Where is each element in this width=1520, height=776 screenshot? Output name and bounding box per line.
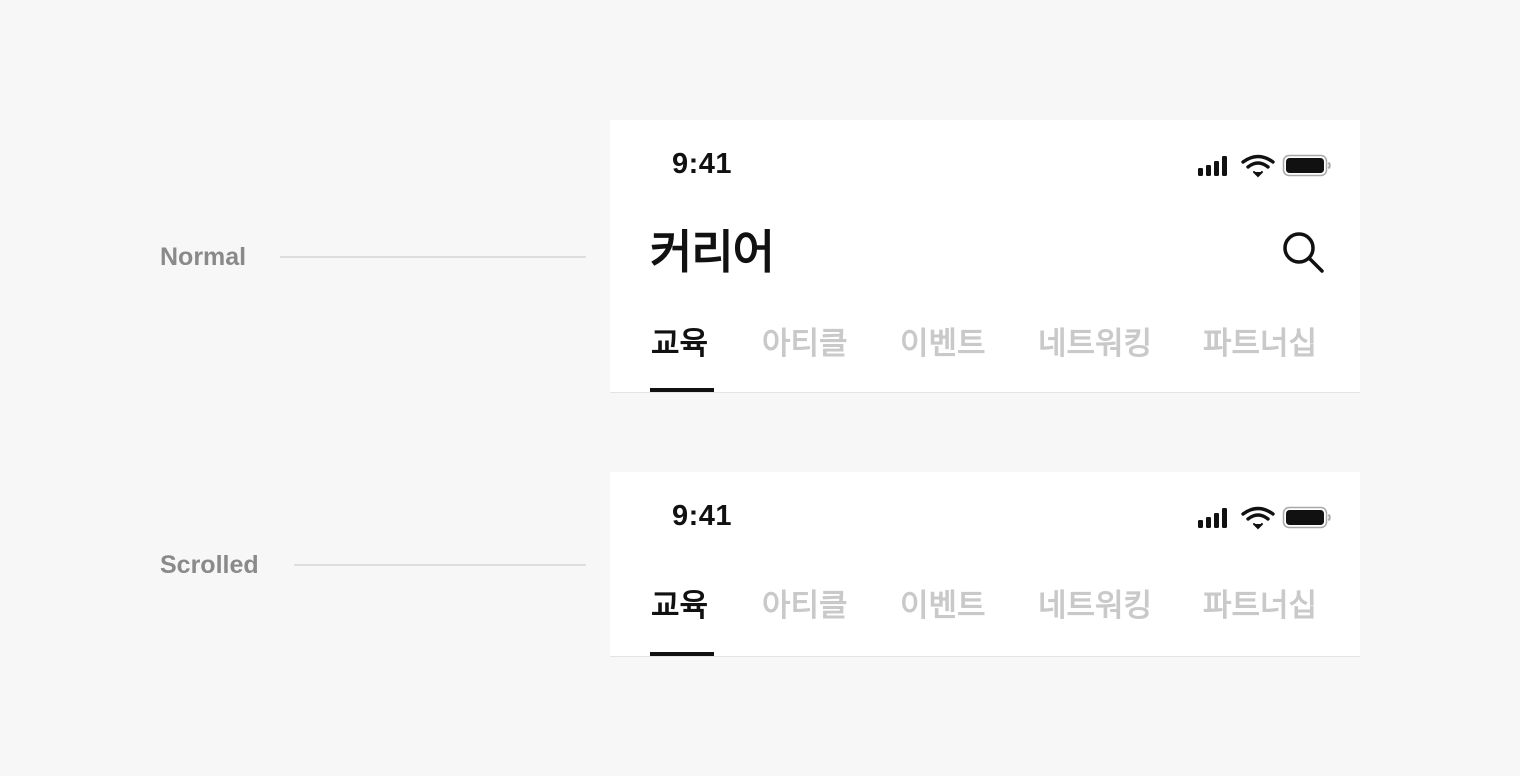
active-tab-indicator <box>650 388 714 392</box>
tab-education[interactable]: 교육 <box>651 324 708 364</box>
status-icons <box>1198 154 1331 178</box>
battery-icon <box>1282 506 1331 529</box>
scrolled-connector-line <box>294 564 586 566</box>
status-time: 9:41 <box>672 148 733 180</box>
tab-networking[interactable]: 네트워킹 <box>1038 586 1152 626</box>
status-icons <box>1198 506 1331 530</box>
normal-label: Normal <box>160 243 247 271</box>
wifi-icon <box>1241 506 1275 530</box>
tab-networking[interactable]: 네트워킹 <box>1038 324 1152 364</box>
tab-partnership[interactable]: 파트너십 <box>1203 586 1317 626</box>
active-tab-indicator <box>650 652 714 656</box>
wifi-icon <box>1241 154 1275 178</box>
normal-connector-line <box>280 256 586 258</box>
search-icon <box>1283 232 1324 273</box>
tab-education[interactable]: 교육 <box>651 586 708 626</box>
scrolled-label: Scrolled <box>160 551 259 579</box>
tab-events[interactable]: 이벤트 <box>900 324 986 364</box>
cellular-signal-icon <box>1198 156 1227 176</box>
cellular-signal-icon <box>1198 508 1227 528</box>
tab-partnership[interactable]: 파트너십 <box>1203 324 1317 364</box>
battery-icon <box>1282 154 1331 177</box>
tab-articles[interactable]: 아티클 <box>762 586 848 626</box>
tab-articles[interactable]: 아티클 <box>762 324 848 364</box>
search-button[interactable] <box>1280 229 1326 275</box>
status-time: 9:41 <box>672 500 733 532</box>
page-title: 커리어 <box>650 226 775 278</box>
tab-events[interactable]: 이벤트 <box>900 586 986 626</box>
